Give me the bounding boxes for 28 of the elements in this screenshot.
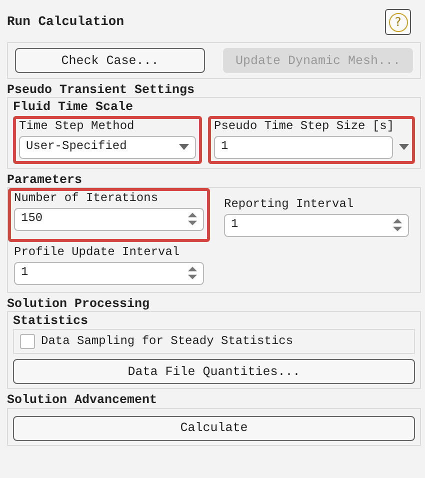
field-label: Pseudo Time Step Size [s] [214, 120, 396, 134]
spinner-field[interactable]: 1 [224, 214, 409, 237]
dropdown-field[interactable]: User-Specified [19, 136, 196, 159]
spinner-field[interactable]: 1 [14, 262, 204, 285]
panel-title: Run Calculation [7, 14, 124, 30]
section-title: Parameters [7, 172, 84, 187]
checkbox-label[interactable]: Data Sampling for Steady Statistics [41, 334, 294, 349]
spinner-arrows-icon[interactable] [393, 217, 402, 234]
input-field[interactable]: 1 [214, 136, 393, 159]
action-button[interactable]: Data File Quantities... [13, 359, 415, 384]
caret-icon[interactable] [399, 144, 409, 150]
group-title: Fluid Time Scale [13, 100, 134, 115]
section-title: Solution Advancement [7, 393, 158, 408]
action-button[interactable]: Check Case... [15, 48, 205, 73]
caret-icon[interactable] [179, 144, 189, 150]
field-label: Time Step Method [19, 120, 136, 134]
field-label: Number of Iterations [14, 192, 160, 206]
field-label: Profile Update Interval [14, 246, 181, 260]
group-title: Statistics [13, 314, 90, 328]
field-label: Reporting Interval [224, 198, 355, 212]
spinner-arrows-icon[interactable] [188, 211, 197, 228]
calculate-button[interactable]: Calculate [13, 416, 415, 441]
section-title: Pseudo Transient Settings [7, 83, 196, 98]
spinner-arrows-icon[interactable] [188, 265, 197, 282]
section-title: Solution Processing [7, 296, 151, 311]
spinner-field[interactable]: 150 [14, 208, 204, 231]
help-button[interactable]: ? [385, 9, 411, 35]
checkbox[interactable] [20, 334, 35, 350]
